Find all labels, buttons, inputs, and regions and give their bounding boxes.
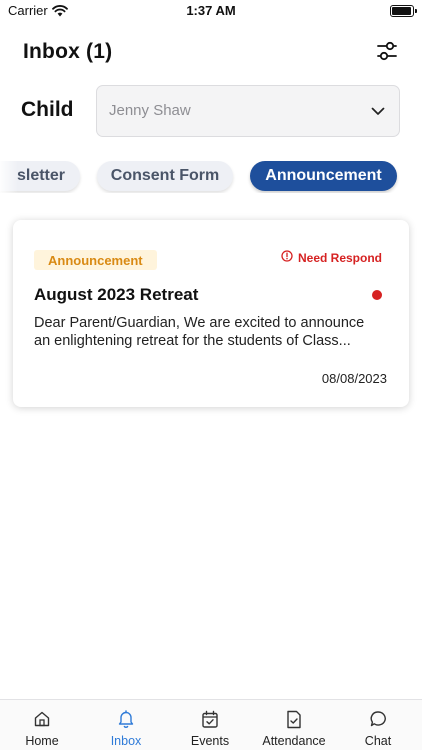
child-select[interactable]: Jenny Shaw <box>96 85 400 137</box>
tab-chat[interactable]: Chat <box>336 700 420 750</box>
tab-home[interactable]: Home <box>0 700 84 750</box>
tab-inbox[interactable]: Inbox <box>84 700 168 750</box>
tab-home-label: Home <box>25 734 59 748</box>
status-bar: Carrier 1:37 AM <box>0 0 422 22</box>
chat-icon <box>369 709 387 729</box>
bell-icon <box>117 709 135 729</box>
tab-events[interactable]: Events <box>168 700 252 750</box>
child-select-value: Jenny Shaw <box>109 102 191 119</box>
category-badge: Announcement <box>34 250 157 270</box>
chevron-down-icon <box>371 104 385 123</box>
message-title: August 2023 Retreat <box>34 285 199 304</box>
chip-consent-form[interactable]: Consent Form <box>97 161 233 191</box>
tab-bar: Home Inbox Events Attendance Chat <box>0 699 422 750</box>
chip-announcement[interactable]: Announcement <box>250 161 397 191</box>
unread-dot <box>372 290 382 300</box>
page-title: Inbox (1) <box>23 40 113 63</box>
tab-events-label: Events <box>190 734 230 748</box>
need-respond-label: Need Respond <box>297 250 382 265</box>
child-label: Child <box>21 98 74 121</box>
battery-icon <box>390 5 417 17</box>
calendar-icon <box>201 709 219 729</box>
sliders-icon <box>376 40 398 67</box>
status-time: 1:37 AM <box>186 3 236 18</box>
alert-circle-icon <box>281 250 293 265</box>
category-chips: sletter Consent Form Announcement <box>0 161 422 193</box>
chip-newsletter[interactable]: sletter <box>0 161 80 191</box>
need-respond-status: Need Respond <box>281 250 382 265</box>
tab-attendance[interactable]: Attendance <box>252 700 336 750</box>
attendance-icon <box>286 709 302 729</box>
tab-attendance-label: Attendance <box>262 734 326 748</box>
tab-chat-label: Chat <box>364 734 392 748</box>
home-icon <box>33 709 51 729</box>
message-card[interactable]: Announcement Need Respond August 2023 Re… <box>13 220 409 407</box>
tab-inbox-label: Inbox <box>110 734 142 748</box>
message-date: 08/08/2023 <box>321 371 387 386</box>
filter-button[interactable] <box>374 40 400 66</box>
message-preview: Dear Parent/Guardian, We are excited to … <box>34 315 365 349</box>
